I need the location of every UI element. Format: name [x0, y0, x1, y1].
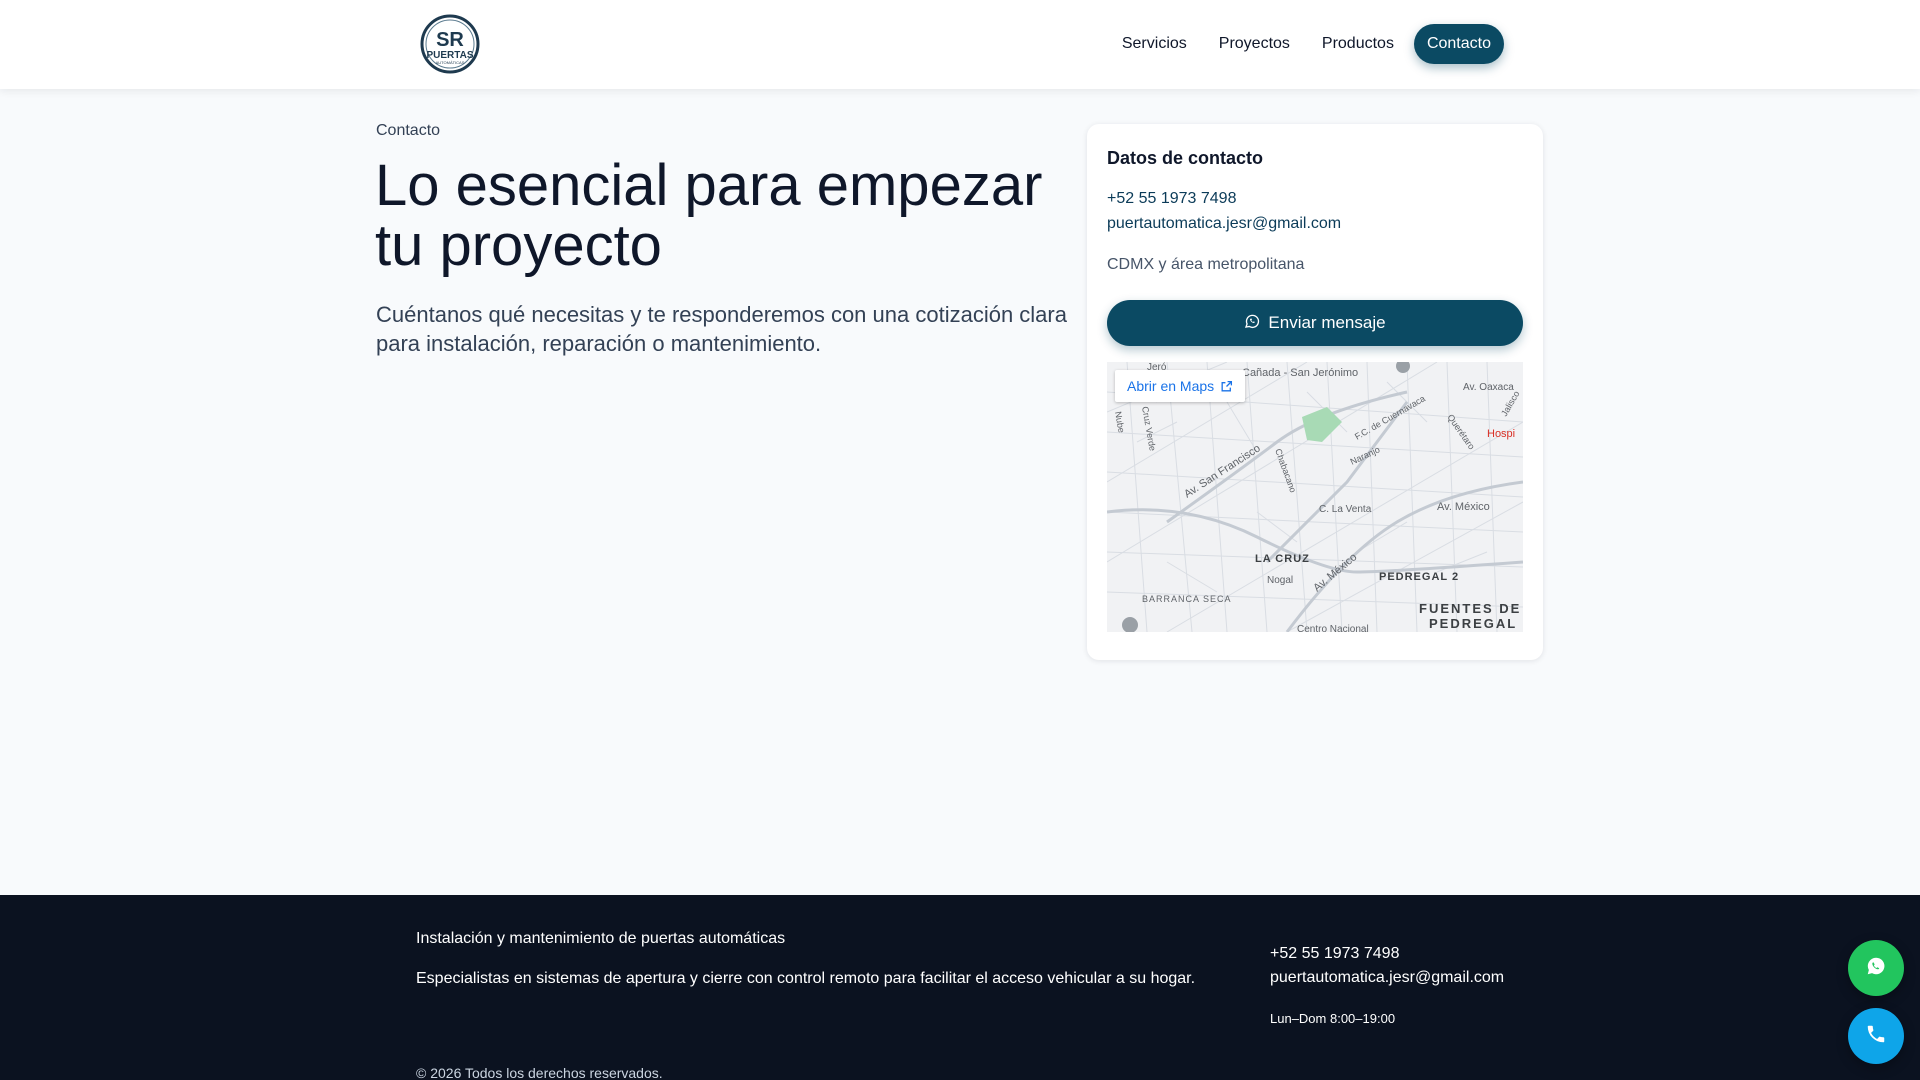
svg-text:Nogal: Nogal — [1267, 575, 1293, 586]
site-header: SR PUERTAS AUTOMÁTICAS Servicios Proyect… — [0, 0, 1920, 89]
footer-description: Especialistas en sistemas de apertura y … — [416, 970, 1196, 987]
open-in-maps-label: Abrir en Maps — [1127, 378, 1215, 394]
svg-text:PEDREGAL: PEDREGAL — [1429, 616, 1517, 631]
external-link-icon — [1220, 380, 1233, 393]
phone-icon — [1865, 1023, 1887, 1050]
footer-tagline: Instalación y mantenimiento de puertas a… — [416, 930, 786, 947]
svg-text:LA CRUZ: LA CRUZ — [1255, 553, 1310, 565]
footer-copyright: © 2026 Todos los derechos reservados. — [416, 1065, 663, 1080]
whatsapp-icon — [1244, 313, 1260, 334]
svg-text:PEDREGAL 2: PEDREGAL 2 — [1379, 571, 1459, 583]
contact-phone-link[interactable]: +52 55 1973 7498 — [1107, 190, 1236, 208]
nav-servicios[interactable]: Servicios — [1106, 24, 1203, 64]
contact-card-title: Datos de contacto — [1107, 148, 1264, 168]
subtitle-line-1: Cuéntanos qué necesitas y te responderem… — [376, 302, 1067, 327]
nav-proyectos[interactable]: Proyectos — [1203, 24, 1306, 64]
call-float-button[interactable] — [1848, 1008, 1904, 1064]
subtitle-line-2: para instalación, reparación o mantenimi… — [376, 331, 822, 356]
whatsapp-icon — [1865, 955, 1887, 982]
svg-text:Hospi: Hospi — [1487, 428, 1515, 440]
main-nav: Servicios Proyectos Productos Contacto — [1106, 24, 1504, 64]
svg-text:C. La Venta: C. La Venta — [1319, 504, 1372, 515]
nav-contacto[interactable]: Contacto — [1413, 24, 1504, 64]
send-message-label: Enviar mensaje — [1268, 313, 1386, 332]
brand-logo[interactable]: SR PUERTAS AUTOMÁTICAS — [420, 13, 480, 75]
open-in-maps-link[interactable]: Abrir en Maps — [1115, 370, 1246, 402]
footer-hours: Lun–Dom 8:00–19:00 — [1270, 1011, 1396, 1026]
footer-email-link[interactable]: puertautomatica.jesr@gmail.com — [1270, 969, 1504, 987]
site-footer: Instalación y mantenimiento de puertas a… — [0, 895, 1920, 1080]
whatsapp-float-button[interactable] — [1848, 940, 1904, 996]
nav-productos[interactable]: Productos — [1306, 24, 1410, 64]
svg-text:Cañada - San Jerónimo: Cañada - San Jerónimo — [1242, 367, 1358, 379]
svg-text:Centro Nacional: Centro Nacional — [1297, 624, 1369, 632]
svg-text:Av. Oaxaca: Av. Oaxaca — [1463, 382, 1514, 393]
svg-text:FUENTES DE: FUENTES DE — [1419, 601, 1521, 616]
svg-text:BARRANCA SECA: BARRANCA SECA — [1142, 594, 1232, 604]
contact-email-link[interactable]: puertautomatica.jesr@gmail.com — [1107, 215, 1341, 233]
section-eyebrow: Contacto — [376, 122, 441, 139]
title-line-1: Lo esencial para empezar — [375, 153, 1043, 218]
svg-text:AUTOMÁTICAS: AUTOMÁTICAS — [436, 60, 465, 65]
footer-phone-link[interactable]: +52 55 1973 7498 — [1270, 945, 1399, 963]
location-map[interactable]: Cañada - San Jerónimo Av. Oaxaca Jalisco… — [1107, 362, 1523, 632]
send-message-button[interactable]: Enviar mensaje — [1107, 300, 1523, 346]
title-line-2: tu proyecto — [375, 213, 662, 278]
page-subtitle: Cuéntanos qué necesitas y te responderem… — [376, 300, 1076, 358]
service-area: CDMX y área metropolitana — [1107, 256, 1305, 273]
svg-text:Av. México: Av. México — [1437, 501, 1490, 513]
svg-text:SR: SR — [436, 29, 464, 51]
contact-card: Datos de contacto +52 55 1973 7498 puert… — [1087, 124, 1543, 660]
page-title: Lo esencial para empezar tu proyecto — [375, 156, 1075, 276]
